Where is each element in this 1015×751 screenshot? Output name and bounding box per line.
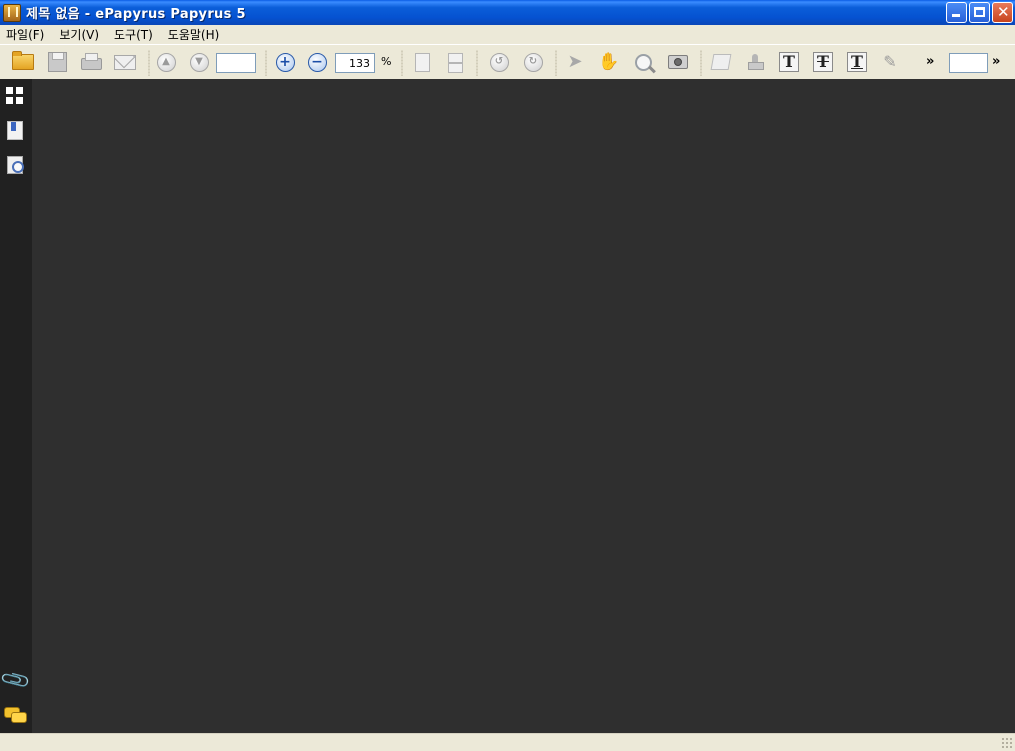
menu-bar: 파일(F) 보기(V) 도구(T) 도움말(H) (0, 25, 1015, 44)
rotate-right-button[interactable]: ↻ (521, 51, 545, 73)
close-button[interactable]: ✕ (992, 2, 1013, 23)
save-disk-icon (47, 52, 67, 72)
underline-t-icon: T (847, 52, 867, 72)
paperclip-icon: 📎 (0, 663, 33, 697)
envelope-icon (114, 54, 136, 70)
open-button[interactable] (11, 51, 35, 73)
bookmarks-icon (7, 120, 23, 140)
email-button[interactable] (113, 51, 137, 73)
menu-tools[interactable]: 도구(T) (107, 26, 161, 43)
toolbar-overflow-chevron[interactable]: » (926, 54, 934, 69)
attachments-button[interactable]: 📎 (0, 663, 32, 697)
camera-icon (668, 55, 688, 69)
rotate-right-icon: ↻ (523, 52, 543, 72)
navigation-sidebar: 📎 (0, 79, 32, 733)
printer-icon (80, 53, 102, 70)
strikeout-t-icon: T (813, 52, 833, 72)
maximize-button[interactable] (969, 2, 990, 23)
rotate-left-button[interactable]: ↺ (487, 51, 511, 73)
search-input[interactable] (949, 53, 988, 73)
resize-grip-icon[interactable] (1001, 737, 1013, 749)
bookmarks-button[interactable] (4, 119, 26, 141)
window-controls: ✕ (946, 2, 1013, 23)
open-folder-icon (12, 51, 34, 70)
snapshot-button[interactable] (666, 51, 690, 73)
search-panel-button[interactable] (4, 154, 26, 176)
close-icon: ✕ (997, 3, 1010, 21)
zoom-input[interactable] (335, 53, 375, 73)
app-icon[interactable] (3, 3, 21, 22)
arrow-down-icon: ▼ (189, 52, 209, 72)
magnifier-icon (634, 53, 652, 71)
toolbar-separator (476, 50, 478, 76)
previous-page-button[interactable]: ▲ (154, 51, 178, 73)
maximize-icon (974, 7, 985, 17)
document-view[interactable] (32, 79, 1015, 733)
strikeout-tool-letter: T (817, 52, 829, 71)
pencil-icon: ✎ (883, 52, 897, 71)
stamp-tool-button[interactable] (743, 51, 767, 73)
underline-tool-letter: T (851, 52, 863, 71)
arrow-up-icon: ▲ (156, 52, 176, 72)
hand-tool-button[interactable]: ✋ (597, 51, 621, 73)
comments-button[interactable] (4, 704, 27, 726)
zoom-in-plus-icon: + (275, 52, 295, 72)
note-tool-button[interactable] (709, 51, 733, 73)
zoom-out-minus-icon: − (307, 52, 327, 72)
search-document-icon (7, 156, 24, 174)
page-number-input[interactable] (216, 53, 256, 73)
title-bar[interactable]: 제목 없음 - ePapyrus Papyrus 5 ✕ (0, 0, 1015, 25)
menu-help[interactable]: 도움말(H) (161, 26, 228, 43)
single-page-button[interactable] (410, 51, 434, 73)
zoom-out-button[interactable]: − (305, 51, 329, 73)
toolbar-separator (148, 50, 150, 76)
save-button[interactable] (45, 51, 69, 73)
text-t-icon: T (779, 52, 799, 72)
zoom-tool-button[interactable] (631, 51, 655, 73)
continuous-page-button[interactable] (443, 51, 467, 73)
window-title: 제목 없음 - ePapyrus Papyrus 5 (26, 7, 246, 22)
status-bar (0, 733, 1015, 751)
select-tool-button[interactable]: ➤ (563, 51, 587, 73)
hand-icon: ✋ (598, 51, 620, 72)
text-tool-button[interactable]: T (777, 51, 801, 73)
toolbar-separator (700, 50, 702, 76)
zoom-in-button[interactable]: + (273, 51, 297, 73)
toolbar-separator (265, 50, 267, 76)
next-page-button[interactable]: ▼ (187, 51, 211, 73)
rotate-left-icon: ↺ (489, 52, 509, 72)
toolbar-separator (401, 50, 403, 76)
text-tool-letter: T (783, 52, 795, 71)
strikeout-tool-button[interactable]: T (811, 51, 835, 73)
print-button[interactable] (79, 51, 103, 73)
minimize-icon (952, 14, 960, 17)
menu-view[interactable]: 보기(V) (52, 26, 107, 43)
cursor-arrow-icon: ➤ (567, 51, 583, 72)
thumbnails-icon (6, 87, 24, 105)
toolbar-separator (555, 50, 557, 76)
stamp-icon (748, 54, 764, 70)
single-page-icon (414, 52, 430, 72)
pencil-tool-button[interactable]: ✎ (878, 51, 902, 73)
search-overflow-chevron[interactable]: » (992, 54, 1000, 69)
continuous-pages-icon (447, 52, 463, 63)
toolbar: ▲ ▼ + − % ↺ ↻ ➤ ✋ T T T ✎ » » (0, 44, 1015, 79)
sticky-note-icon (710, 54, 732, 70)
menu-file[interactable]: 파일(F) (0, 26, 52, 43)
zoom-percent-label: % (381, 55, 392, 68)
minimize-button[interactable] (946, 2, 967, 23)
underline-tool-button[interactable]: T (845, 51, 869, 73)
comments-icon (4, 707, 27, 723)
thumbnails-button[interactable] (4, 85, 26, 107)
